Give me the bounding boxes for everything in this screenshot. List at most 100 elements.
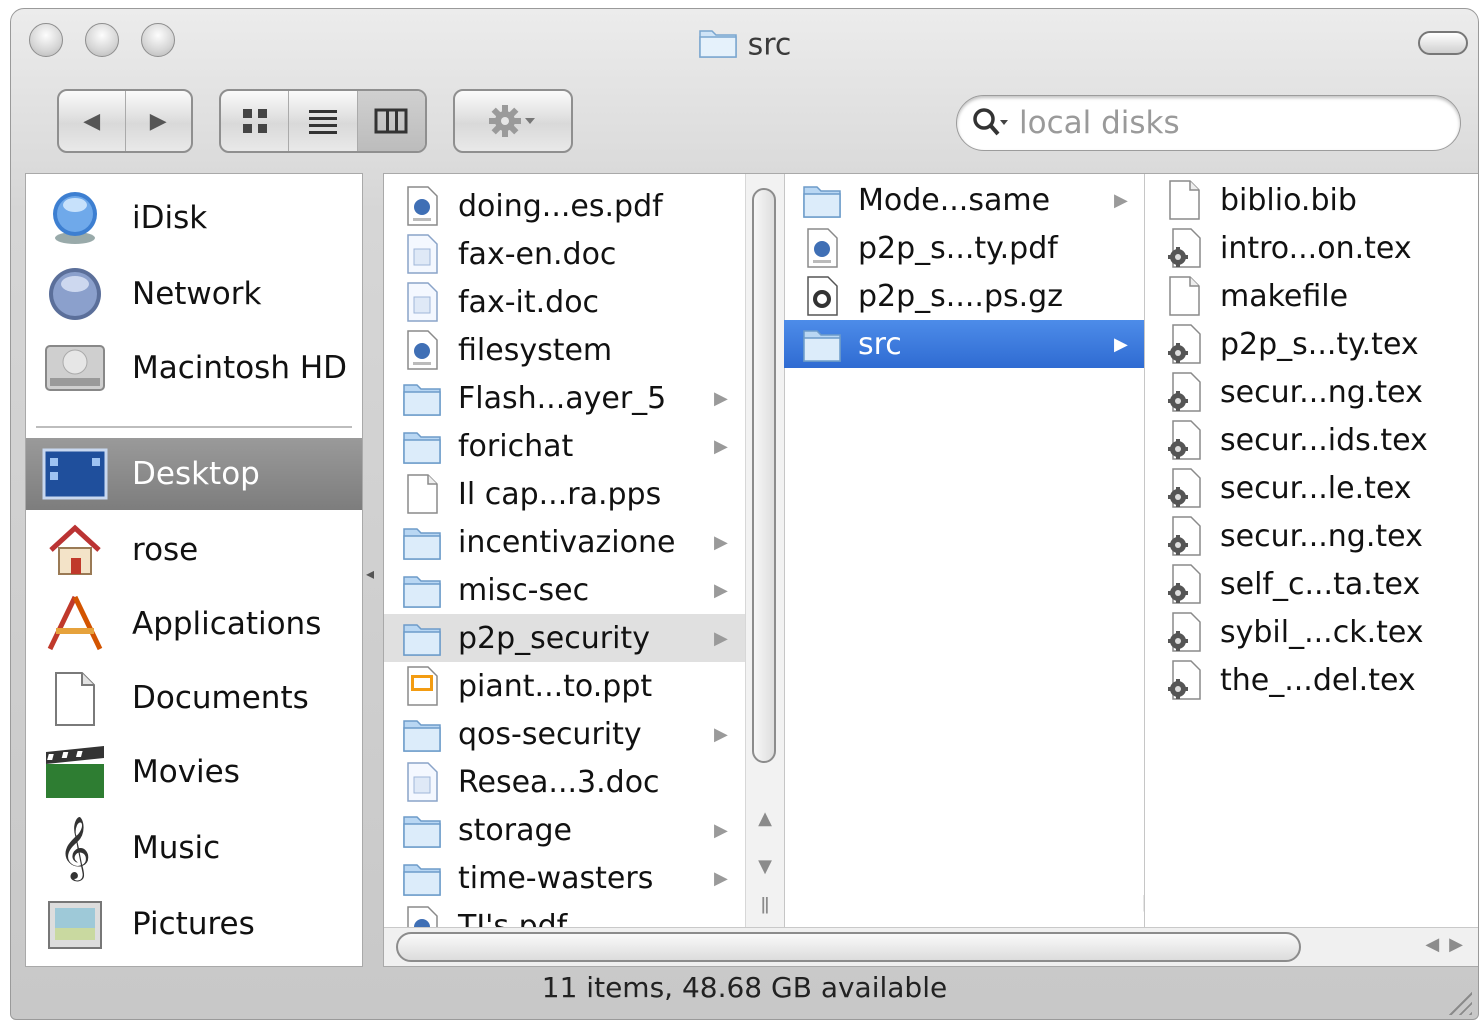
item-label: Il cap...ra.pps [458, 476, 662, 512]
file-row[interactable]: secur...le.tex [1146, 464, 1478, 512]
file-row[interactable]: Il cap...ra.pps [384, 470, 746, 518]
folder-icon [400, 712, 444, 756]
item-label: qos-security [458, 716, 642, 752]
folder-icon [400, 808, 444, 852]
column-resize-grip[interactable]: ǁ [746, 894, 784, 915]
tex-file-icon [1162, 370, 1206, 414]
sidebar-item-pictures[interactable]: Pictures [26, 888, 362, 960]
network-globe-icon [40, 263, 110, 325]
file-row[interactable]: secur...ng.tex [1146, 368, 1478, 416]
file-row[interactable]: secur...ids.tex [1146, 416, 1478, 464]
doc-file-icon [400, 760, 444, 804]
icon-view-button[interactable] [221, 91, 290, 151]
search-input[interactable] [1017, 104, 1421, 142]
disclosure-arrow-icon: ▶ [714, 387, 728, 409]
sidebar-item-documents[interactable]: Documents [26, 662, 362, 734]
item-label: fax-it.doc [458, 284, 600, 320]
column-view-icon [374, 108, 408, 134]
sidebar-item-label: Macintosh HD [132, 350, 348, 386]
file-row[interactable]: TI's pdf [384, 902, 746, 929]
sidebar-item-macintosh-hd[interactable]: Macintosh HD [26, 332, 362, 404]
file-row[interactable]: self_c...ta.tex [1146, 560, 1478, 608]
scroll-up-arrow[interactable]: ▲ [746, 808, 784, 829]
item-label: makefile [1220, 278, 1349, 314]
folder-icon [400, 424, 444, 468]
file-row[interactable]: p2p_s...ty.pdf [784, 224, 1144, 272]
folder-row[interactable]: time-wasters ▶ [384, 854, 746, 902]
music-clef-icon: 𝄞 [59, 816, 91, 879]
item-label: storage [458, 812, 572, 848]
column-view-button[interactable] [357, 91, 425, 151]
file-row[interactable]: makefile [1146, 272, 1478, 320]
file-row[interactable]: sybil_...ck.tex [1146, 608, 1478, 656]
tex-file-icon [1162, 418, 1206, 462]
documents-icon [40, 667, 110, 729]
file-row[interactable]: Resea...3.doc [384, 758, 746, 806]
file-row[interactable]: the_...del.tex [1146, 656, 1478, 704]
doc-file-icon [400, 232, 444, 276]
item-label: the_...del.tex [1220, 662, 1416, 698]
sidebar-item-movies[interactable]: Movies [26, 736, 362, 808]
scroll-down-arrow[interactable]: ▼ [746, 856, 784, 877]
sidebar-item-network[interactable]: Network [26, 258, 362, 330]
folder-icon [800, 322, 844, 366]
sidebar-splitter-handle[interactable]: ◂ [366, 564, 374, 583]
sidebar-item-idisk[interactable]: iDisk [26, 182, 362, 254]
blank-file-icon [400, 472, 444, 516]
folder-icon [800, 178, 844, 222]
list-view-button[interactable] [289, 91, 358, 151]
file-row[interactable]: biblio.bib [1146, 176, 1478, 224]
forward-button[interactable]: ▶ [126, 91, 192, 151]
sidebar-item-applications[interactable]: Applications [26, 588, 362, 660]
file-row[interactable]: fax-it.doc [384, 278, 746, 326]
pdf-file-icon [400, 184, 444, 228]
item-label: Mode...same [858, 182, 1051, 218]
folder-row[interactable]: p2p_security ▶ [384, 614, 746, 662]
item-label: intro...on.tex [1220, 230, 1412, 266]
folder-row[interactable]: Mode...same ▶ [784, 176, 1144, 224]
sidebar-item-desktop[interactable]: Desktop [26, 438, 362, 510]
file-row[interactable]: piant...to.ppt [384, 662, 746, 710]
toolbar-toggle-button[interactable] [1418, 31, 1468, 55]
file-row[interactable]: fax-en.doc [384, 230, 746, 278]
item-label: doing...es.pdf [458, 188, 663, 224]
file-row[interactable]: p2p_s....ps.gz [784, 272, 1144, 320]
sidebar-item-music[interactable]: 𝄞 Music [26, 812, 362, 884]
folder-row[interactable]: forichat ▶ [384, 422, 746, 470]
search-field[interactable] [956, 95, 1461, 151]
item-label: biblio.bib [1220, 182, 1357, 218]
sidebar-item-label: iDisk [132, 200, 208, 236]
sidebar-item-rose[interactable]: rose [26, 514, 362, 586]
back-button[interactable]: ◀ [59, 91, 126, 151]
title-bar[interactable]: src [11, 9, 1478, 79]
folder-row[interactable]: storage ▶ [384, 806, 746, 854]
item-label: secur...ids.tex [1220, 422, 1428, 458]
item-label: time-wasters [458, 860, 654, 896]
tex-file-icon [1162, 514, 1206, 558]
folder-icon [400, 376, 444, 420]
horizontal-scrollbar[interactable]: ◀▶ [384, 927, 1478, 966]
item-label: Resea...3.doc [458, 764, 660, 800]
file-row[interactable]: filesystem [384, 326, 746, 374]
folder-row[interactable]: incentivazione ▶ [384, 518, 746, 566]
applications-icon [40, 593, 110, 655]
column-1-scrollbar[interactable]: ▲ ▼ ǁ [745, 174, 784, 929]
column-1-scroll-thumb[interactable] [752, 188, 776, 763]
folder-row[interactable]: misc-sec ▶ [384, 566, 746, 614]
item-label: self_c...ta.tex [1220, 566, 1421, 602]
file-row[interactable]: doing...es.pdf [384, 182, 746, 230]
action-menu-button[interactable] [453, 89, 573, 153]
file-row[interactable]: p2p_s...ty.tex [1146, 320, 1478, 368]
file-row[interactable]: secur...ng.tex [1146, 512, 1478, 560]
folder-row[interactable]: Flash...ayer_5 ▶ [384, 374, 746, 422]
sidebar-item-label: Music [132, 830, 221, 866]
horizontal-scroll-arrows[interactable]: ◀▶ [1425, 934, 1473, 955]
folder-row[interactable]: qos-security ▶ [384, 710, 746, 758]
file-row[interactable]: intro...on.tex [1146, 224, 1478, 272]
item-label: p2p_s...ty.tex [1220, 326, 1419, 362]
folder-row[interactable]: src ▶ [784, 320, 1144, 368]
column-resize-grip[interactable]: ǁ [1142, 892, 1144, 913]
item-label: p2p_s....ps.gz [858, 278, 1063, 314]
horizontal-scroll-thumb[interactable] [396, 932, 1301, 962]
sidebar: iDisk Network Macintosh HD Desktop rose … [25, 173, 363, 967]
